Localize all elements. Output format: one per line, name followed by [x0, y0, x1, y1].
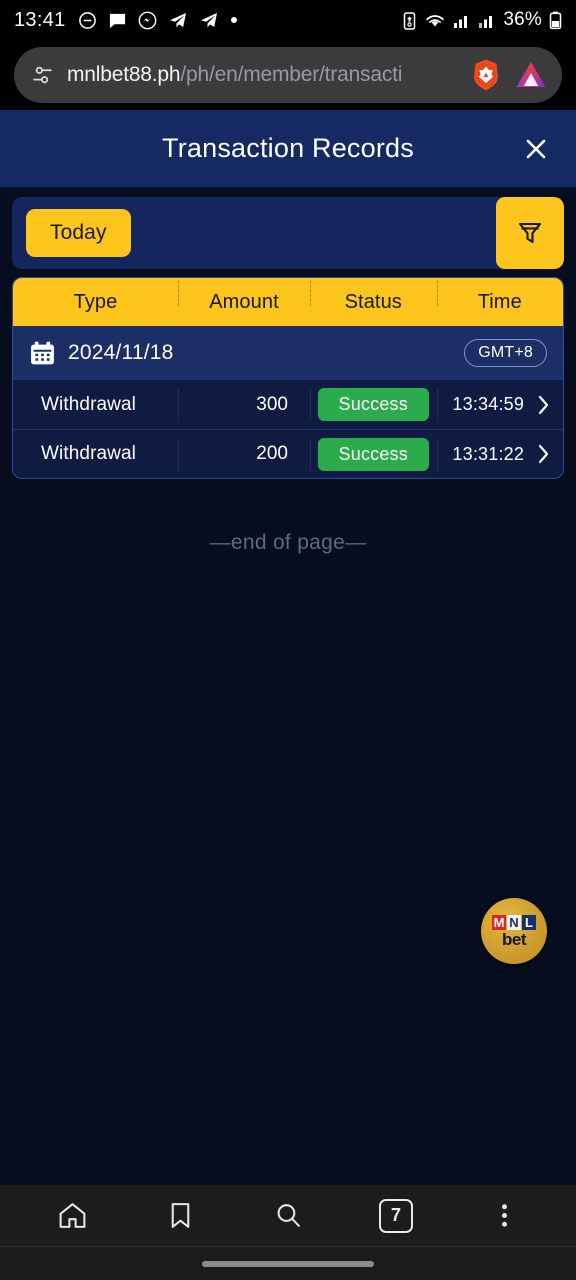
table-row[interactable]: Withdrawal 200 Success 13:31:22 [13, 429, 563, 478]
status-badge: Success [317, 437, 429, 471]
url-text[interactable]: mnlbet88.ph/ph/en/member/transacti [67, 63, 458, 87]
transactions-table: Type Amount Status Time 2024/11/18 GMT+8… [12, 277, 564, 479]
filter-bar: Today [12, 197, 564, 269]
bookmarks-button[interactable] [152, 1188, 208, 1244]
brand-word: bet [502, 929, 527, 949]
table-header-row: Type Amount Status Time [13, 278, 563, 326]
end-of-page-label: —end of page— [209, 531, 367, 554]
open-filter-button[interactable] [496, 197, 564, 269]
cell-status: Success [310, 388, 437, 421]
page-title: Transaction Records [162, 133, 414, 163]
chat-bubble-icon [108, 11, 127, 30]
brave-shield-icon[interactable] [470, 58, 502, 92]
battery-percent-label: 36% [503, 9, 542, 30]
cell-time: 13:34:59 [437, 394, 564, 416]
floating-brand-button[interactable]: M N L bet [481, 898, 547, 964]
home-icon [59, 1203, 85, 1228]
bookmarks-icon [171, 1203, 189, 1228]
tab-switcher-button[interactable]: 7 [368, 1188, 424, 1244]
browser-bottom-nav: 7 [0, 1185, 576, 1280]
filter-bar-spacer [131, 197, 496, 269]
today-filter-button[interactable]: Today [26, 209, 131, 257]
bat-rewards-icon[interactable] [514, 60, 548, 90]
transactions-container: Type Amount Status Time 2024/11/18 GMT+8… [0, 269, 576, 479]
status-bar-system-icons: 36% [402, 9, 562, 31]
page-header: Transaction Records [0, 110, 576, 187]
telegram-icon [168, 10, 188, 30]
table-row[interactable]: Withdrawal 300 Success 13:34:59 [13, 380, 563, 429]
funnel-icon [518, 222, 542, 244]
home-button[interactable] [44, 1188, 100, 1244]
page-settings-icon[interactable] [30, 63, 55, 88]
signal-bars-icon [453, 11, 471, 29]
wifi-icon [424, 11, 446, 30]
cell-amount: 300 [178, 394, 310, 416]
column-header-status: Status [310, 279, 437, 314]
dot-icon [230, 16, 238, 24]
close-icon [526, 139, 546, 158]
search-button[interactable] [260, 1188, 316, 1244]
cell-type: Withdrawal [41, 443, 136, 464]
battery-saver-icon [402, 11, 417, 30]
brand-letter-n: N [507, 914, 521, 930]
filter-bar-container: Today [0, 187, 576, 269]
browser-toolbar: mnlbet88.ph/ph/en/member/transacti [0, 40, 576, 110]
cell-status: Success [310, 437, 437, 471]
brand-mark: M N L [492, 914, 536, 930]
gesture-bar-area [0, 1247, 576, 1280]
bottom-nav-icons: 7 [0, 1185, 576, 1247]
gesture-bar[interactable] [202, 1260, 374, 1267]
status-badge: Success [317, 388, 429, 421]
time-label: 13:31:22 [452, 443, 525, 464]
brand-letter-m: M [492, 914, 506, 930]
time-label: 13:34:59 [452, 394, 525, 414]
search-icon [277, 1204, 300, 1227]
status-bar-notification-icons [78, 10, 403, 30]
cell-type: Withdrawal [41, 393, 136, 415]
url-domain: mnlbet88.ph [67, 63, 181, 86]
group-date-label: 2024/11/18 [68, 341, 174, 364]
chevron-right-icon[interactable] [536, 394, 551, 416]
chevron-right-icon[interactable] [536, 443, 551, 465]
timezone-badge: GMT+8 [464, 339, 547, 367]
column-header-type: Type [73, 290, 118, 313]
telegram-icon [199, 10, 219, 30]
calendar-icon [29, 340, 56, 367]
brand-letter-l: L [522, 914, 536, 930]
dnd-icon [78, 11, 97, 30]
close-button[interactable] [516, 129, 556, 169]
more-menu-button[interactable] [476, 1188, 532, 1244]
url-path: /ph/en/member/transacti [180, 63, 403, 86]
cell-amount: 200 [178, 443, 310, 465]
column-header-amount: Amount [178, 279, 310, 314]
status-bar: 13:41 36% [0, 0, 576, 40]
address-bar[interactable]: mnlbet88.ph/ph/en/member/transacti [14, 47, 562, 103]
battery-icon [549, 11, 562, 30]
messenger-icon [138, 11, 157, 30]
tab-count-label: 7 [379, 1198, 413, 1233]
status-bar-clock: 13:41 [14, 8, 66, 31]
date-group-header: 2024/11/18 GMT+8 [13, 326, 563, 380]
signal-bars-icon [478, 11, 496, 29]
column-header-time: Time [436, 279, 564, 314]
menu-icon [501, 1204, 507, 1227]
cell-time: 13:31:22 [437, 443, 564, 465]
